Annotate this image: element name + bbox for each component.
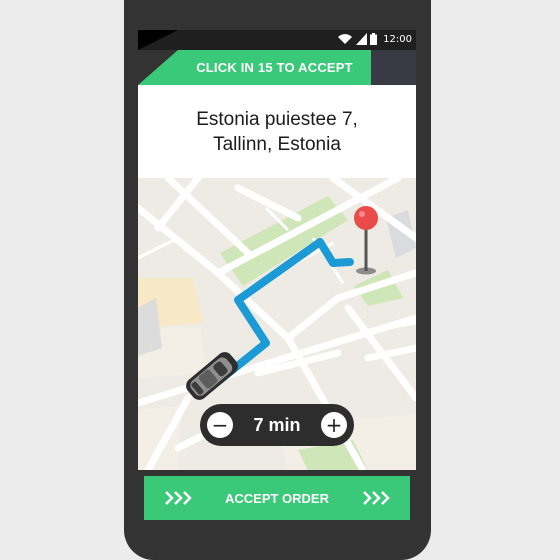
accept-order-button[interactable]: ACCEPT ORDER	[144, 476, 410, 520]
accept-countdown-text: CLICK IN 15 TO ACCEPT	[196, 60, 353, 75]
address-line-1: Estonia puiestee 7,	[196, 108, 358, 130]
wifi-icon	[338, 34, 353, 44]
destination-address: Estonia puiestee 7, Tallinn, Estonia	[138, 85, 416, 178]
status-time: 12:00	[383, 33, 412, 45]
battery-icon	[370, 33, 378, 45]
phone-screen: 12:00 CLICK IN 15 TO ACCEPT Estonia puie…	[138, 30, 416, 526]
status-icons: 12:00	[337, 33, 412, 45]
address-line-2: Tallinn, Estonia	[213, 133, 341, 155]
banner-corner	[138, 50, 178, 85]
signal-icon	[356, 33, 368, 45]
status-bar: 12:00	[138, 30, 416, 50]
accept-countdown-banner[interactable]: CLICK IN 15 TO ACCEPT	[138, 50, 371, 85]
eta-value: 7 min	[253, 414, 301, 435]
increase-time-button[interactable]: +	[320, 412, 347, 438]
bottom-action-bar: ACCEPT ORDER	[138, 470, 416, 526]
accept-order-label: ACCEPT ORDER	[224, 490, 329, 506]
accept-timer-row: CLICK IN 15 TO ACCEPT	[138, 50, 416, 85]
chevrons-right-icon	[362, 490, 390, 506]
decrease-time-button[interactable]: −	[207, 412, 233, 438]
status-bar-notch	[138, 30, 178, 50]
chevrons-right-icon	[164, 490, 192, 506]
eta-control: − 7 min +	[200, 404, 354, 446]
timer-remaining	[371, 50, 416, 85]
